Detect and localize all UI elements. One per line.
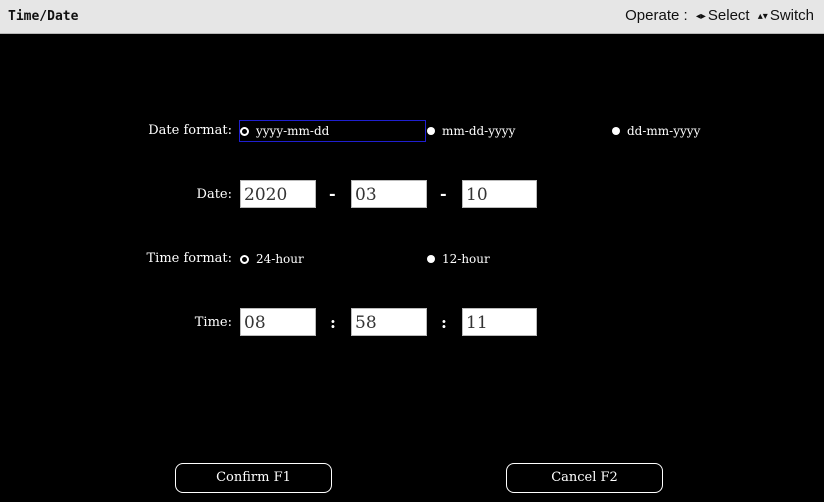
confirm-button[interactable]: Confirm F1 — [175, 463, 332, 493]
date-format-option-mm-dd-yyyy[interactable]: mm-dd-yyyy — [427, 121, 515, 141]
window-title: Time/Date — [8, 9, 79, 24]
up-down-arrows-icon: ▴▾ — [757, 11, 768, 22]
time-separator: : — [441, 313, 447, 332]
radio-unselected-icon — [427, 255, 435, 263]
date-format-option-yyyy-mm-dd[interactable]: yyyy-mm-dd — [239, 120, 426, 142]
year-input[interactable]: 2020 — [240, 180, 316, 208]
date-format-option-dd-mm-yyyy[interactable]: dd-mm-yyyy — [612, 121, 700, 141]
time-format-option-24-hour[interactable]: 24-hour — [240, 249, 304, 269]
radio-selected-icon — [240, 126, 249, 136]
second-input[interactable]: 11 — [462, 308, 537, 336]
minute-input[interactable]: 58 — [351, 308, 427, 336]
date-separator: - — [329, 184, 336, 203]
month-input[interactable]: 03 — [351, 180, 427, 208]
hour-input[interactable]: 08 — [240, 308, 316, 336]
time-format-option-label: 12-hour — [442, 252, 490, 266]
time-format-option-12-hour[interactable]: 12-hour — [427, 249, 490, 269]
switch-hint-label: Switch — [769, 7, 814, 24]
time-format-label: Time format: — [146, 251, 232, 266]
date-label: Date: — [196, 187, 232, 202]
date-separator: - — [440, 184, 447, 203]
cancel-button[interactable]: Cancel F2 — [506, 463, 663, 493]
operate-hint-label: Operate : — [625, 7, 688, 24]
date-format-label: Date format: — [148, 123, 232, 138]
day-input[interactable]: 10 — [462, 180, 537, 208]
date-format-option-label: mm-dd-yyyy — [442, 124, 516, 138]
left-right-arrows-icon: ◂▸ — [695, 11, 706, 22]
title-bar: Time/Date Operate : ◂▸ Select ▴▾ Switch — [0, 0, 824, 34]
date-format-option-label: dd-mm-yyyy — [627, 124, 701, 138]
select-hint-label: Select — [707, 7, 750, 24]
radio-unselected-icon — [612, 127, 620, 135]
time-format-option-label: 24-hour — [256, 252, 304, 266]
date-format-option-label: yyyy-mm-dd — [256, 124, 330, 138]
time-label: Time: — [194, 315, 232, 330]
operate-hint: Operate : ◂▸ Select ▴▾ Switch — [625, 7, 814, 24]
radio-selected-icon — [240, 254, 249, 264]
radio-unselected-icon — [427, 127, 435, 135]
time-separator: : — [330, 313, 336, 332]
